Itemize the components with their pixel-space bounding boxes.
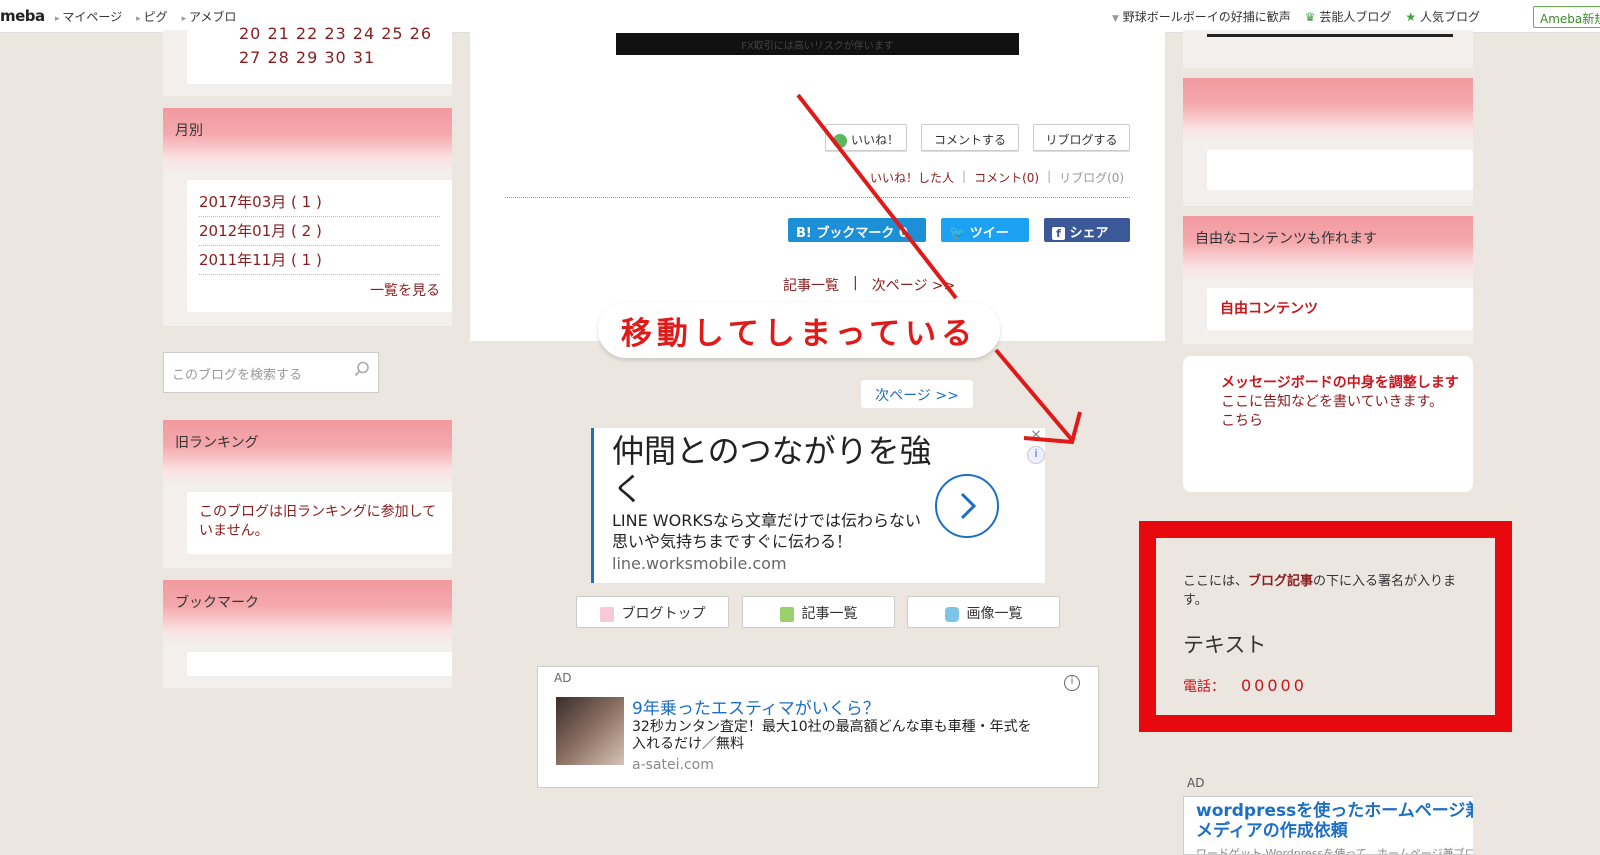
facebook-share-button[interactable]: f シェア 0 — [1044, 218, 1130, 256]
article-footer: FX取引には高いリスクが伴います いいね！ コメントする リブログする いいね！… — [470, 30, 1165, 341]
blog-top-button[interactable]: ブログトップ — [576, 596, 729, 628]
bookmark-widget: ブックマーク — [163, 580, 452, 688]
top-news-nav: ▼ 野球ボールボーイの好捕に歓声 ♛ 芸能人ブログ ★ 人気ブログ — [1112, 8, 1480, 25]
nav-pigg[interactable]: ピグ — [136, 8, 168, 25]
signature-highlight-frame — [1139, 521, 1512, 732]
chevron-right-icon — [960, 492, 977, 520]
smile-icon — [832, 133, 847, 148]
comments-link[interactable]: コメント(0) — [974, 169, 1039, 186]
article-ad-banner[interactable]: FX取引には高いリスクが伴います — [616, 33, 1019, 55]
comment-button[interactable]: コメントする — [921, 124, 1019, 151]
bookmark-body — [187, 652, 452, 676]
ad-go-button[interactable] — [935, 474, 999, 538]
ameba-logo[interactable]: meba — [0, 7, 45, 25]
reblog-button[interactable]: リブログする — [1033, 124, 1130, 151]
free-content-title: 自由なコンテンツも作れます — [1183, 216, 1473, 280]
liked-by-link[interactable]: いいね！した人 — [870, 169, 954, 186]
ad-title[interactable]: 9年乗ったエスティマがいくら？ — [632, 694, 880, 719]
ad-headline: 仲間とのつながりを強く — [612, 432, 932, 508]
see-all-link[interactable]: 一覧を見る — [370, 280, 440, 300]
month-item[interactable]: 2012年01月 ( 2 ) — [199, 217, 440, 246]
reblogs-link[interactable]: リブログ(0) — [1059, 169, 1124, 186]
article-pager: 記事一覧 | 次ページ >> — [783, 275, 955, 295]
popular-blog-link[interactable]: ★ 人気ブログ — [1405, 8, 1480, 25]
free-content-link[interactable]: 自由コンテンツ — [1207, 288, 1473, 330]
ranking-title: 旧ランキング — [163, 420, 452, 484]
page-icon — [599, 606, 614, 622]
ad-label: AD — [1187, 776, 1205, 790]
ad-title[interactable]: wordpressを使ったホームページ兼メディアの作成依頼 — [1196, 801, 1473, 841]
message-board: メッセージボードの中身を調整します ここに告知などを書いていきます。 こちら — [1183, 356, 1473, 492]
crown-icon: ♛ — [1304, 10, 1316, 24]
calendar-body: 20 21 22 23 24 25 26 27 28 29 30 31 — [187, 24, 452, 84]
article-meta: いいね！した人 | コメント(0) | リブログ(0) — [870, 169, 1124, 186]
next-page-button[interactable]: 次ページ >> — [861, 380, 973, 408]
right-top-widget — [1183, 30, 1473, 68]
info-icon[interactable]: i — [1027, 446, 1045, 464]
like-button[interactable]: いいね！ — [825, 124, 907, 151]
bookmark-title: ブックマーク — [163, 580, 452, 644]
message-board-body: ここに告知などを書いていきます。 — [1221, 394, 1444, 410]
ad-choices-icon[interactable]: i — [1064, 675, 1080, 691]
ad-description: 32秒カンタン査定！最大10社の最高額どんな車も車種・年式を入れるだけ／無料 — [632, 719, 1032, 752]
documents-icon — [779, 606, 794, 622]
message-board-title: メッセージボードの中身を調整します — [1221, 375, 1459, 391]
article-list-link[interactable]: 記事一覧 — [783, 275, 839, 295]
twitter-bird-icon: 🐦 — [949, 226, 966, 241]
line-works-ad[interactable]: 仲間とのつながりを強く LINE WORKSなら文章だけでは伝わらない思いや気持… — [591, 428, 1045, 583]
star-icon: ★ — [1405, 10, 1417, 24]
tweet-button[interactable]: 🐦 ツイート — [941, 218, 1029, 260]
monthly-list: 2017年03月 ( 1 ) 2012年01月 ( 2 ) 2011年11月 (… — [187, 180, 452, 312]
ad-label: AD — [554, 671, 572, 685]
separator: | — [853, 275, 858, 291]
celebrity-blog-link[interactable]: ♛ 芸能人ブログ — [1305, 8, 1392, 25]
separator: | — [962, 169, 967, 183]
ad-description: ワードゲット Wordpressを使って、ホームページ兼ブロ — [1196, 847, 1473, 855]
nav-ameblo[interactable]: アメブロ — [182, 8, 236, 25]
divider — [505, 197, 1130, 198]
free-content-widget: 自由なコンテンツも作れます 自由コンテンツ — [1183, 216, 1473, 344]
search-icon[interactable] — [354, 361, 370, 377]
ameba-register-button[interactable]: Ameba新規 — [1533, 6, 1600, 28]
signature-name: テキスト — [1183, 633, 1267, 657]
calendar-row-partial: 20 21 22 23 24 25 26 — [239, 24, 433, 43]
nav-mypage[interactable]: マイページ — [55, 8, 122, 25]
search-placeholder: このブログを検索する — [172, 368, 303, 383]
message-board-link[interactable]: こちら — [1221, 412, 1473, 431]
calendar-widget: 20 21 22 23 24 25 26 27 28 29 30 31 — [163, 24, 452, 96]
monthly-title: 月別 — [163, 108, 452, 172]
old-ranking-widget: 旧ランキング このブログは旧ランキングに参加していません。 — [163, 420, 452, 568]
monthly-archive-widget: 月別 2017年03月 ( 1 ) 2012年01月 ( 2 ) 2011年11… — [163, 108, 452, 326]
calendar-row-last: 27 28 29 30 31 — [239, 48, 376, 67]
widget-head — [1183, 78, 1473, 142]
month-item[interactable]: 2011年11月 ( 1 ) — [199, 246, 440, 275]
month-item[interactable]: 2017年03月 ( 1 ) — [199, 188, 440, 217]
annotation-callout: 移動してしまっている — [598, 302, 1000, 358]
close-icon[interactable]: ✕ — [1027, 428, 1045, 446]
global-nav: マイページ ピグ アメブロ — [55, 8, 236, 25]
news-ticker[interactable]: ▼ 野球ボールボーイの好捕に歓声 — [1112, 8, 1291, 25]
camera-icon — [944, 606, 959, 622]
triangle-down-icon: ▼ — [1112, 14, 1119, 24]
widget-body — [1207, 150, 1473, 190]
ad-url: line.worksmobile.com — [612, 554, 787, 573]
signature-text: ここには、ブログ記事の下に入る署名が入ります。 — [1183, 574, 1457, 608]
wordpress-ad[interactable]: wordpressを使ったホームページ兼メディアの作成依頼 ワードゲット Wor… — [1183, 796, 1473, 855]
ad-body: LINE WORKSなら文章だけでは伝わらない思いや気持ちまですぐに伝わる！ — [612, 511, 921, 551]
ad-photo — [556, 697, 624, 765]
ad-url: a-satei.com — [632, 757, 714, 773]
car-appraisal-ad[interactable]: AD i 9年乗ったエスティマがいくら？ 32秒カンタン査定！最大10社の最高額… — [537, 666, 1099, 788]
ranking-text: このブログは旧ランキングに参加していません。 — [187, 492, 452, 554]
divider — [1207, 34, 1453, 37]
article-list-button[interactable]: 記事一覧 — [742, 596, 895, 628]
right-empty-widget — [1183, 78, 1473, 206]
signature-tel: 電話： 00000 — [1183, 676, 1307, 695]
separator: | — [1047, 169, 1052, 183]
image-list-button[interactable]: 画像一覧 — [907, 596, 1060, 628]
facebook-icon: f — [1052, 227, 1065, 240]
blog-search-input[interactable]: このブログを検索する — [163, 352, 379, 393]
next-page-link[interactable]: 次ページ >> — [872, 275, 956, 295]
hatena-bookmark-button[interactable]: B! ブックマーク 0 — [788, 218, 926, 242]
